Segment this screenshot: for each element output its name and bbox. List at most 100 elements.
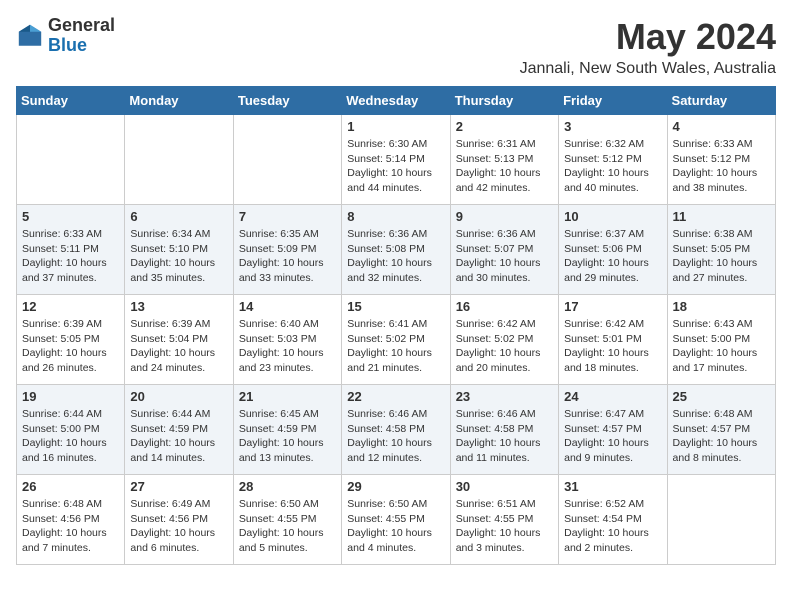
- day-info: Sunrise: 6:51 AMSunset: 4:55 PMDaylight:…: [456, 497, 553, 556]
- day-info: Sunrise: 6:46 AMSunset: 4:58 PMDaylight:…: [456, 407, 553, 466]
- day-info: Sunrise: 6:41 AMSunset: 5:02 PMDaylight:…: [347, 317, 444, 376]
- day-number: 8: [347, 209, 444, 224]
- calendar-cell: 28 Sunrise: 6:50 AMSunset: 4:55 PMDayligh…: [233, 475, 341, 565]
- day-info: Sunrise: 6:42 AMSunset: 5:02 PMDaylight:…: [456, 317, 553, 376]
- day-number: 29: [347, 479, 444, 494]
- calendar-body: 1Sunrise: 6:30 AMSunset: 5:14 PMDaylight…: [17, 115, 776, 565]
- day-info: Sunrise: 6:37 AMSunset: 5:06 PMDaylight:…: [564, 227, 661, 286]
- day-header: Friday: [559, 87, 667, 115]
- day-number: 3: [564, 119, 661, 134]
- day-number: 28: [239, 479, 336, 494]
- day-info: Sunrise: 6:39 AMSunset: 5:05 PMDaylight:…: [22, 317, 119, 376]
- calendar-cell: 9Sunrise: 6:36 AMSunset: 5:07 PMDaylight…: [450, 205, 558, 295]
- day-info: Sunrise: 6:33 AMSunset: 5:11 PMDaylight:…: [22, 227, 119, 286]
- day-info: Sunrise: 6:31 AMSunset: 5:13 PMDaylight:…: [456, 137, 553, 196]
- day-info: Sunrise: 6:44 AMSunset: 4:59 PMDaylight:…: [130, 407, 227, 466]
- calendar-week-row: 19 Sunrise: 6:44 AMSunset: 5:00 PMDayligh…: [17, 385, 776, 475]
- day-header: Saturday: [667, 87, 775, 115]
- day-number: 14: [239, 299, 336, 314]
- calendar-cell: [667, 475, 775, 565]
- calendar-cell: 20 Sunrise: 6:44 AMSunset: 4:59 PMDayligh…: [125, 385, 233, 475]
- day-number: 26: [22, 479, 119, 494]
- calendar-cell: 11Sunrise: 6:38 AMSunset: 5:05 PMDayligh…: [667, 205, 775, 295]
- calendar-cell: 7Sunrise: 6:35 AMSunset: 5:09 PMDaylight…: [233, 205, 341, 295]
- day-number: 12: [22, 299, 119, 314]
- calendar-cell: 6 Sunrise: 6:34 AMSunset: 5:10 PMDaylight…: [125, 205, 233, 295]
- calendar-cell: 19 Sunrise: 6:44 AMSunset: 5:00 PMDayligh…: [17, 385, 125, 475]
- day-number: 18: [673, 299, 770, 314]
- logo: General Blue: [16, 16, 115, 56]
- day-info: Sunrise: 6:50 AMSunset: 4:55 PMDaylight:…: [347, 497, 444, 556]
- calendar-cell: 25 Sunrise: 6:48 AMSunset: 4:57 PMDayligh…: [667, 385, 775, 475]
- calendar-header-row: SundayMondayTuesdayWednesdayThursdayFrid…: [17, 87, 776, 115]
- calendar-cell: 8 Sunrise: 6:36 AMSunset: 5:08 PMDaylight…: [342, 205, 450, 295]
- day-info: Sunrise: 6:33 AMSunset: 5:12 PMDaylight:…: [673, 137, 770, 196]
- day-info: Sunrise: 6:32 AMSunset: 5:12 PMDaylight:…: [564, 137, 661, 196]
- day-number: 6: [130, 209, 227, 224]
- calendar-cell: 3 Sunrise: 6:32 AMSunset: 5:12 PMDaylight…: [559, 115, 667, 205]
- day-number: 19: [22, 389, 119, 404]
- day-number: 22: [347, 389, 444, 404]
- calendar-cell: 5 Sunrise: 6:33 AMSunset: 5:11 PMDaylight…: [17, 205, 125, 295]
- day-info: Sunrise: 6:36 AMSunset: 5:07 PMDaylight:…: [456, 227, 553, 286]
- day-number: 4: [673, 119, 770, 134]
- day-number: 30: [456, 479, 553, 494]
- calendar-cell: 4 Sunrise: 6:33 AMSunset: 5:12 PMDaylight…: [667, 115, 775, 205]
- day-header: Thursday: [450, 87, 558, 115]
- day-info: Sunrise: 6:45 AMSunset: 4:59 PMDaylight:…: [239, 407, 336, 466]
- day-info: Sunrise: 6:35 AMSunset: 5:09 PMDaylight:…: [239, 227, 336, 286]
- day-info: Sunrise: 6:49 AMSunset: 4:56 PMDaylight:…: [130, 497, 227, 556]
- day-number: 13: [130, 299, 227, 314]
- calendar-cell: 1Sunrise: 6:30 AMSunset: 5:14 PMDaylight…: [342, 115, 450, 205]
- calendar-cell: 18 Sunrise: 6:43 AMSunset: 5:00 PMDayligh…: [667, 295, 775, 385]
- day-info: Sunrise: 6:44 AMSunset: 5:00 PMDaylight:…: [22, 407, 119, 466]
- day-info: Sunrise: 6:50 AMSunset: 4:55 PMDaylight:…: [239, 497, 336, 556]
- calendar-cell: 27 Sunrise: 6:49 AMSunset: 4:56 PMDayligh…: [125, 475, 233, 565]
- day-info: Sunrise: 6:36 AMSunset: 5:08 PMDaylight:…: [347, 227, 444, 286]
- calendar-cell: 16 Sunrise: 6:42 AMSunset: 5:02 PMDayligh…: [450, 295, 558, 385]
- calendar-week-row: 12 Sunrise: 6:39 AMSunset: 5:05 PMDayligh…: [17, 295, 776, 385]
- day-number: 25: [673, 389, 770, 404]
- day-info: Sunrise: 6:46 AMSunset: 4:58 PMDaylight:…: [347, 407, 444, 466]
- day-number: 27: [130, 479, 227, 494]
- day-info: Sunrise: 6:34 AMSunset: 5:10 PMDaylight:…: [130, 227, 227, 286]
- calendar-cell: 10 Sunrise: 6:37 AMSunset: 5:06 PMDayligh…: [559, 205, 667, 295]
- day-header: Tuesday: [233, 87, 341, 115]
- day-number: 16: [456, 299, 553, 314]
- day-number: 20: [130, 389, 227, 404]
- calendar-cell: 29 Sunrise: 6:50 AMSunset: 4:55 PMDayligh…: [342, 475, 450, 565]
- calendar-cell: 15Sunrise: 6:41 AMSunset: 5:02 PMDayligh…: [342, 295, 450, 385]
- calendar-cell: [17, 115, 125, 205]
- calendar-cell: [233, 115, 341, 205]
- day-info: Sunrise: 6:43 AMSunset: 5:00 PMDaylight:…: [673, 317, 770, 376]
- calendar-cell: 13 Sunrise: 6:39 AMSunset: 5:04 PMDayligh…: [125, 295, 233, 385]
- logo-icon: [16, 22, 44, 50]
- day-info: Sunrise: 6:48 AMSunset: 4:57 PMDaylight:…: [673, 407, 770, 466]
- subtitle: Jannali, New South Wales, Australia: [520, 60, 776, 78]
- day-number: 31: [564, 479, 661, 494]
- day-number: 21: [239, 389, 336, 404]
- calendar-cell: 22 Sunrise: 6:46 AMSunset: 4:58 PMDayligh…: [342, 385, 450, 475]
- calendar-cell: 2 Sunrise: 6:31 AMSunset: 5:13 PMDaylight…: [450, 115, 558, 205]
- day-info: Sunrise: 6:39 AMSunset: 5:04 PMDaylight:…: [130, 317, 227, 376]
- day-header: Wednesday: [342, 87, 450, 115]
- day-number: 11: [673, 209, 770, 224]
- day-info: Sunrise: 6:52 AMSunset: 4:54 PMDaylight:…: [564, 497, 661, 556]
- calendar-week-row: 26Sunrise: 6:48 AMSunset: 4:56 PMDayligh…: [17, 475, 776, 565]
- day-number: 24: [564, 389, 661, 404]
- calendar-cell: 23 Sunrise: 6:46 AMSunset: 4:58 PMDayligh…: [450, 385, 558, 475]
- day-number: 17: [564, 299, 661, 314]
- calendar-cell: 26Sunrise: 6:48 AMSunset: 4:56 PMDayligh…: [17, 475, 125, 565]
- calendar-cell: 31 Sunrise: 6:52 AMSunset: 4:54 PMDayligh…: [559, 475, 667, 565]
- calendar-cell: 21 Sunrise: 6:45 AMSunset: 4:59 PMDayligh…: [233, 385, 341, 475]
- day-number: 10: [564, 209, 661, 224]
- day-info: Sunrise: 6:30 AMSunset: 5:14 PMDaylight:…: [347, 137, 444, 196]
- day-number: 2: [456, 119, 553, 134]
- day-number: 23: [456, 389, 553, 404]
- day-header: Sunday: [17, 87, 125, 115]
- title-area: May 2024 Jannali, New South Wales, Austr…: [520, 16, 776, 78]
- day-info: Sunrise: 6:42 AMSunset: 5:01 PMDaylight:…: [564, 317, 661, 376]
- day-number: 5: [22, 209, 119, 224]
- calendar-cell: 12 Sunrise: 6:39 AMSunset: 5:05 PMDayligh…: [17, 295, 125, 385]
- calendar-week-row: 5 Sunrise: 6:33 AMSunset: 5:11 PMDaylight…: [17, 205, 776, 295]
